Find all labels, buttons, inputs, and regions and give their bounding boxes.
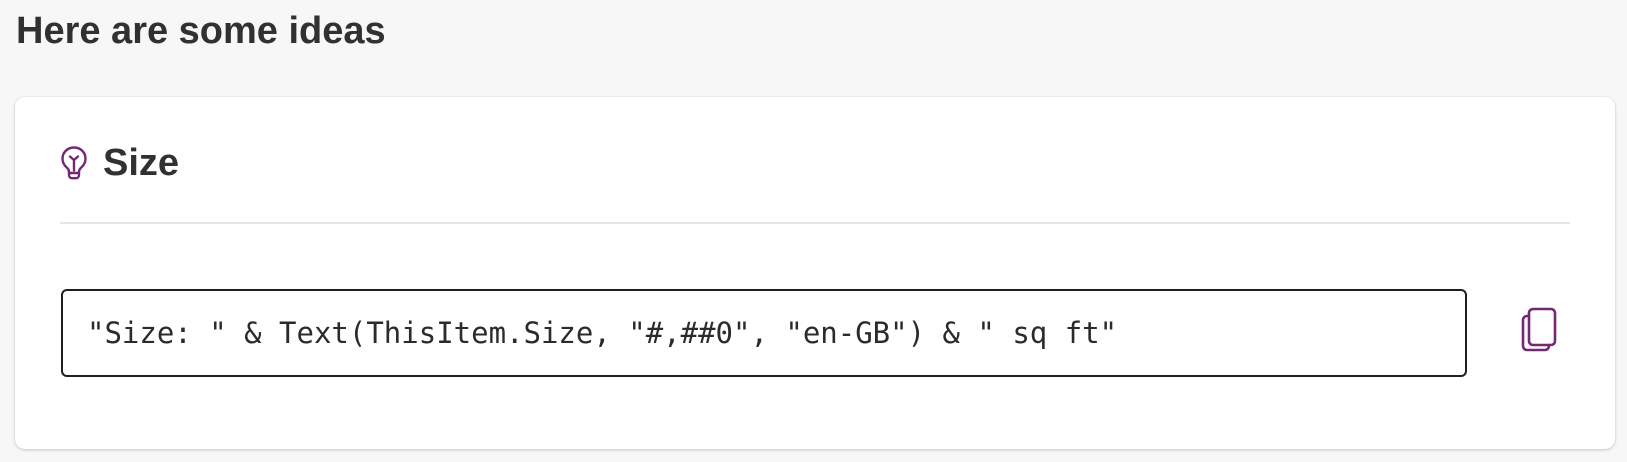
formula-field[interactable]: "Size: " & Text(ThisItem.Size, "#,##0", … [61, 289, 1467, 377]
copy-button[interactable] [1517, 303, 1561, 361]
copy-icon [1520, 306, 1558, 359]
page: Here are some ideas Size "Size: " & Text… [0, 0, 1627, 462]
idea-card-header: Size [59, 137, 179, 189]
idea-card-title: Size [103, 142, 180, 184]
divider [60, 222, 1570, 224]
idea-card: Size "Size: " & Text(ThisItem.Size, "#,#… [15, 97, 1615, 449]
page-title: Here are some ideas [16, 10, 386, 52]
lightbulb-icon [59, 145, 89, 181]
